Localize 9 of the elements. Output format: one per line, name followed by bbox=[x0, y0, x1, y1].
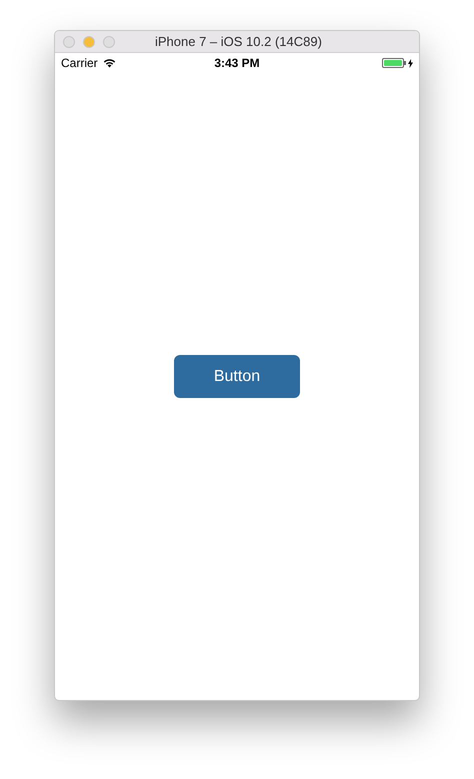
window-control-button[interactable] bbox=[83, 36, 95, 48]
wifi-icon bbox=[102, 58, 116, 68]
battery-icon bbox=[382, 58, 406, 68]
primary-button[interactable]: Button bbox=[174, 355, 300, 398]
window-title: iPhone 7 – iOS 10.2 (14C89) bbox=[155, 32, 322, 51]
carrier-label: Carrier bbox=[61, 55, 98, 72]
window-control-button[interactable] bbox=[103, 36, 115, 48]
status-time: 3:43 PM bbox=[214, 55, 260, 72]
window-control-button[interactable] bbox=[63, 36, 75, 48]
